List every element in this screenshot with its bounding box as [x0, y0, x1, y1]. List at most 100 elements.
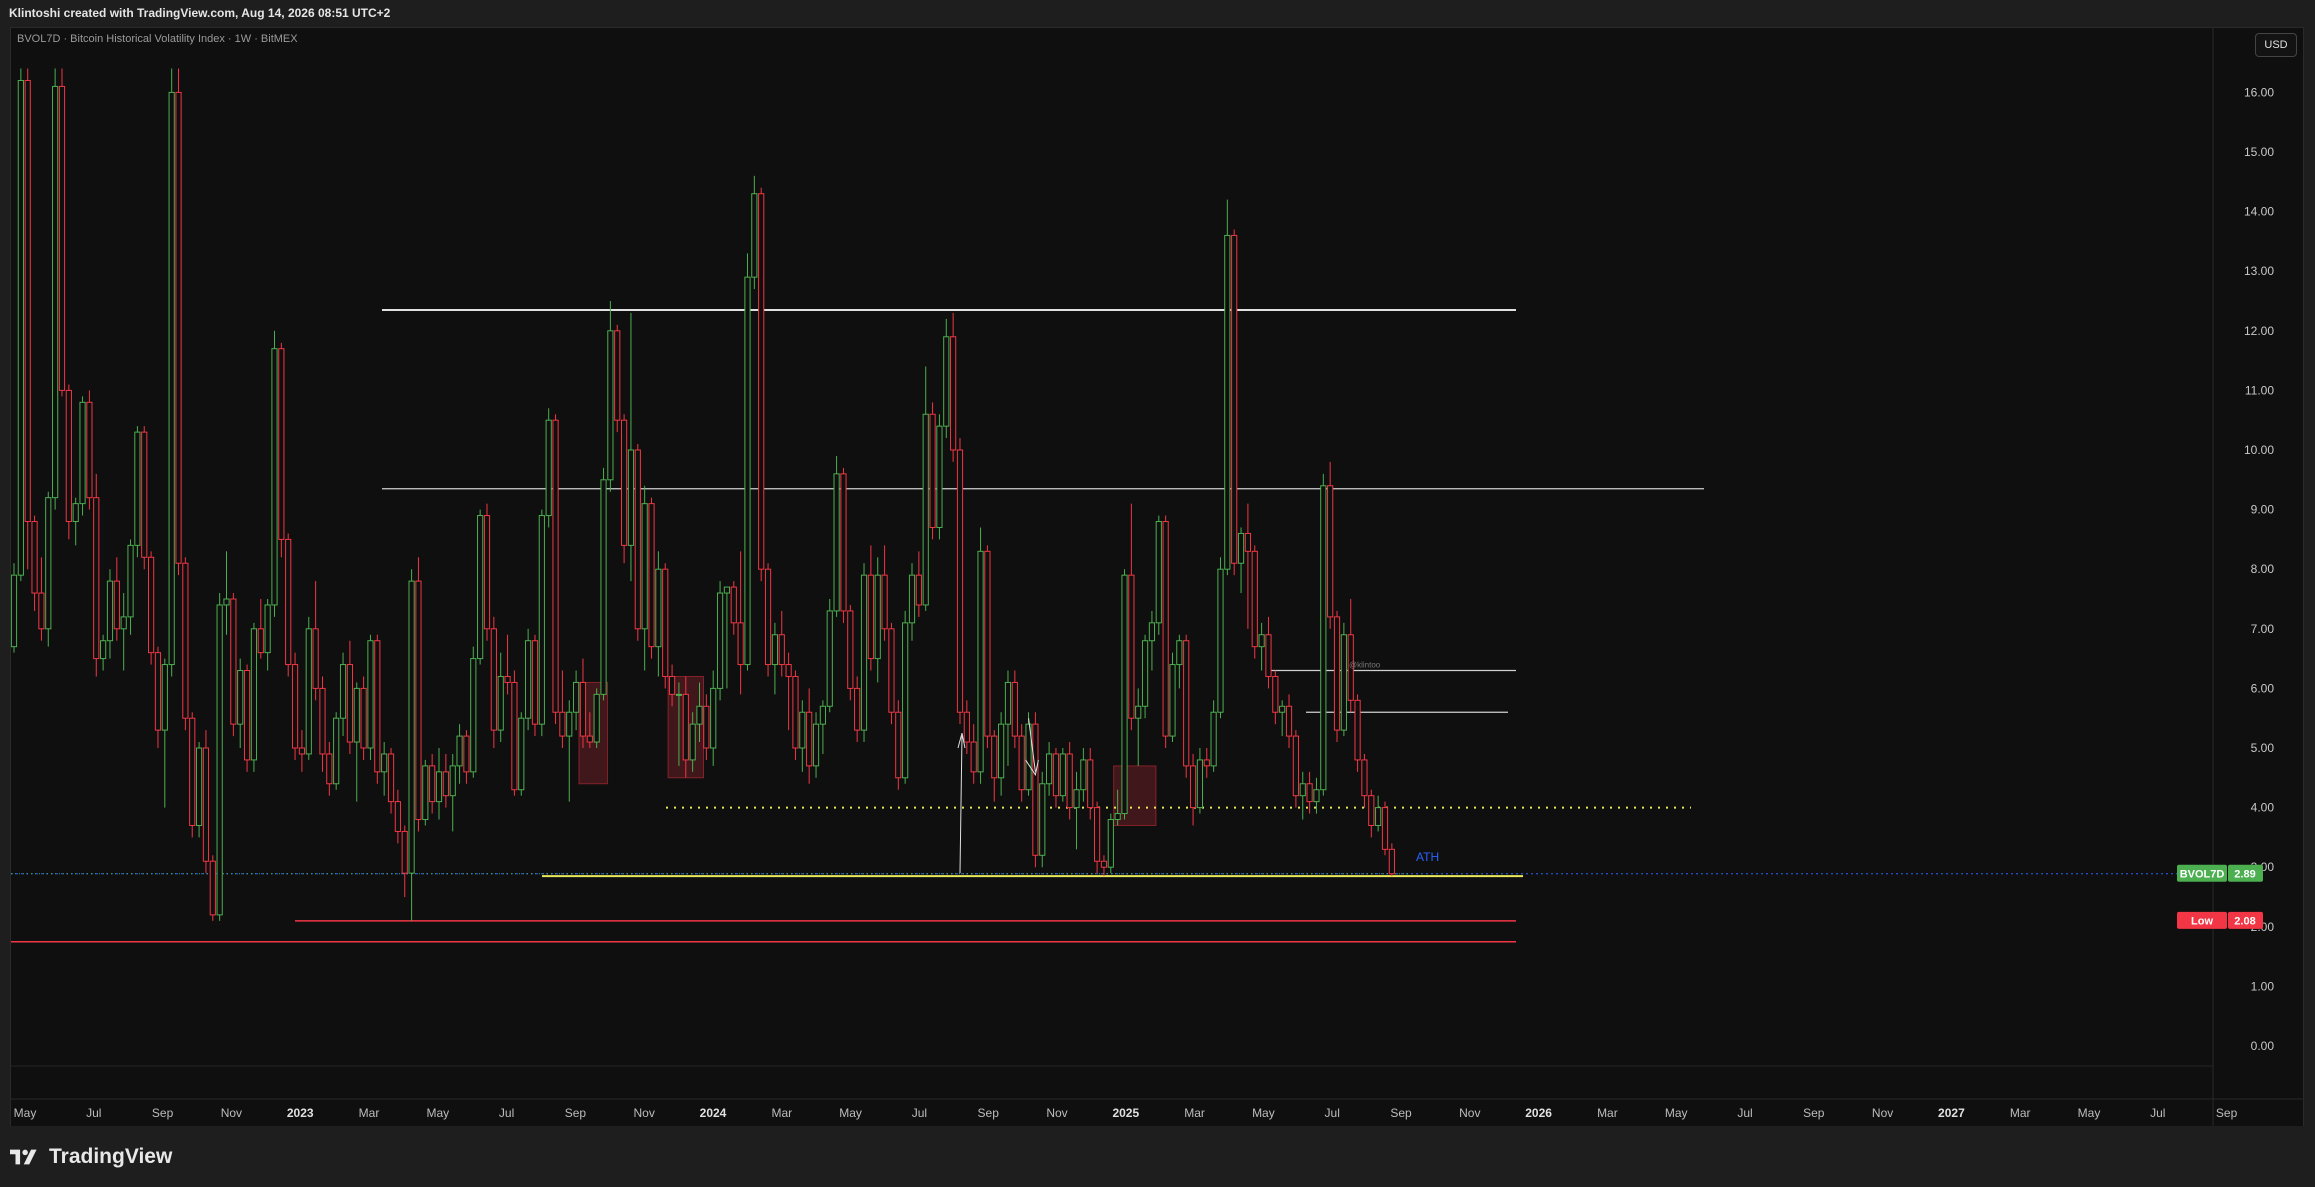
x-tick-label: Mar — [771, 1106, 792, 1120]
candle-body — [819, 705, 826, 725]
candle-body — [881, 574, 888, 630]
candle-body — [867, 574, 874, 660]
candle-body — [826, 610, 833, 707]
candle-body — [442, 771, 449, 797]
symbol-title[interactable]: BVOL7D · Bitcoin Historical Volatility I… — [17, 33, 298, 45]
candle-body — [1210, 711, 1217, 767]
candle-body — [154, 652, 162, 731]
candle-body — [339, 664, 347, 719]
candle-body — [1011, 681, 1018, 737]
candle-body — [141, 431, 148, 558]
candle-body — [1375, 807, 1382, 826]
candle-body — [1073, 789, 1080, 809]
candle-body — [1292, 735, 1299, 797]
candle-body — [1059, 753, 1066, 797]
y-tick-label: 13.00 — [2244, 264, 2274, 278]
candle-body — [1093, 807, 1101, 862]
drawn-arrow-up — [957, 732, 966, 874]
candle-body — [1251, 550, 1258, 648]
candle-body — [771, 634, 779, 666]
bottom-bar — [0, 1126, 2315, 1187]
candle-body — [538, 515, 545, 725]
candle-body — [1285, 705, 1293, 737]
candle-body — [374, 640, 381, 773]
candle-body — [895, 711, 902, 779]
candle-body — [1032, 723, 1039, 856]
candle-body — [833, 473, 840, 612]
candle-body — [216, 604, 223, 916]
candle-body — [1381, 807, 1389, 850]
x-tick-label: Jul — [86, 1106, 101, 1120]
candle-body — [956, 449, 964, 713]
candle-body — [429, 765, 436, 803]
candle-body — [65, 389, 72, 523]
y-tick-label: 5.00 — [2251, 741, 2275, 755]
candle-body — [662, 568, 669, 677]
brand[interactable]: TradingView — [10, 1144, 172, 1170]
currency-button[interactable]: USD — [2255, 33, 2297, 57]
candle-body — [620, 419, 628, 546]
candle-body — [353, 687, 360, 743]
candle-body — [1258, 634, 1265, 648]
candle-body — [113, 580, 120, 630]
candle-body — [319, 687, 326, 755]
candle-body — [1279, 705, 1286, 713]
candle-body — [333, 717, 340, 785]
candle-body — [175, 91, 182, 564]
candle-body — [908, 574, 916, 624]
candle-body — [230, 598, 237, 725]
x-tick-label: Nov — [221, 1106, 242, 1120]
candle-body — [1018, 735, 1025, 791]
candle-body — [950, 336, 957, 451]
candle-body — [1203, 759, 1210, 767]
candle-body — [792, 675, 799, 749]
candle-body — [278, 348, 285, 540]
candle-body — [991, 735, 998, 779]
candlestick-chart[interactable]: 0.001.002.003.004.005.006.007.008.009.00… — [11, 28, 2303, 1126]
candle-body — [346, 664, 353, 743]
x-tick-label: May — [1252, 1106, 1275, 1120]
candle-body — [24, 79, 31, 523]
x-tick-label: Sep — [978, 1106, 1000, 1120]
x-tick-label: Jul — [1325, 1106, 1340, 1120]
candle-body — [1217, 568, 1224, 713]
x-tick-label: Mar — [1184, 1106, 1205, 1120]
candle-body — [854, 687, 861, 731]
candle-body — [72, 503, 79, 523]
candle-body — [668, 675, 676, 695]
low-price-value: 2.08 — [2234, 915, 2255, 927]
candle-body — [134, 431, 141, 546]
candle-body — [11, 574, 18, 648]
candle-body — [778, 634, 785, 666]
candle-body — [31, 521, 38, 594]
y-tick-label: 1.00 — [2251, 979, 2275, 993]
x-tick-label: Nov — [1459, 1106, 1480, 1120]
y-tick-label: 15.00 — [2244, 145, 2274, 159]
candle-body — [573, 681, 580, 713]
candle-body — [367, 640, 374, 749]
candle-body — [1066, 753, 1073, 809]
candle-body — [1141, 640, 1149, 707]
candle-body — [394, 801, 401, 832]
candle-body — [291, 664, 299, 749]
x-tick-label: 2026 — [1525, 1106, 1552, 1120]
x-tick-label: 2024 — [700, 1106, 727, 1120]
candle-body — [401, 830, 408, 874]
candle-body — [1299, 783, 1306, 797]
x-tick-label: Jul — [2150, 1106, 2165, 1120]
candle-body — [387, 753, 395, 803]
chart-panel[interactable]: 0.001.002.003.004.005.006.007.008.009.00… — [10, 27, 2304, 1127]
candle-body — [463, 735, 470, 773]
y-tick-label: 7.00 — [2251, 622, 2275, 636]
x-tick-label: May — [14, 1106, 37, 1120]
candle-body — [106, 580, 114, 642]
x-tick-label: 2023 — [287, 1106, 314, 1120]
candle-body — [874, 574, 881, 660]
candle-body — [86, 401, 93, 499]
candle-body — [586, 735, 593, 743]
low-price-label: Low — [2191, 915, 2213, 927]
candle-body — [1169, 664, 1176, 737]
candle-body — [497, 675, 504, 731]
y-tick-label: 0.00 — [2251, 1039, 2275, 1053]
tradingview-logo-icon — [10, 1149, 37, 1165]
